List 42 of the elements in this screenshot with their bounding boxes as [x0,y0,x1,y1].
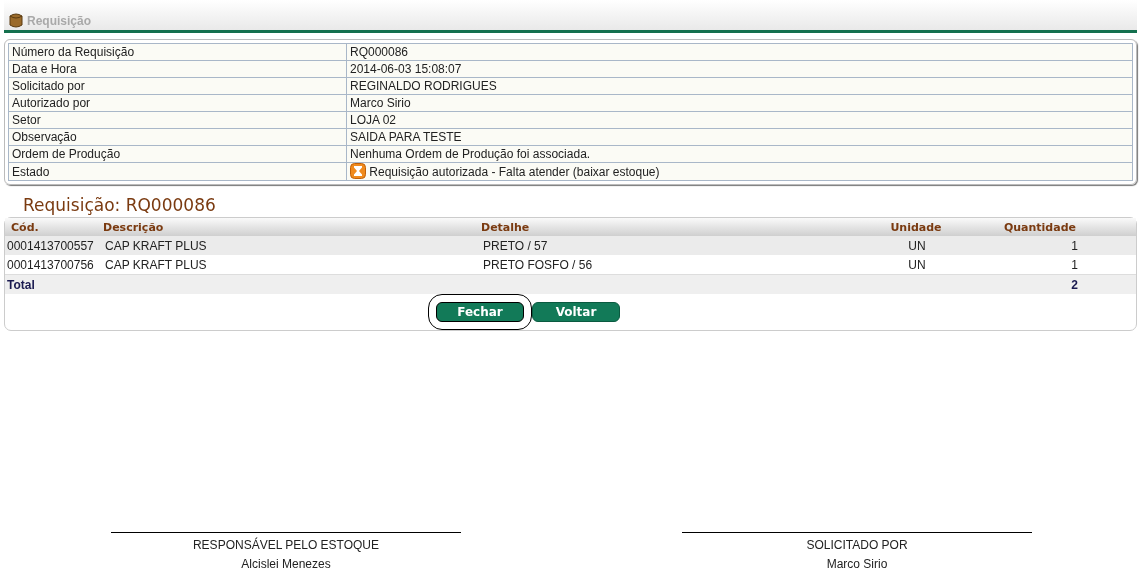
table-cell: CAP KRAFT PLUS [103,255,481,275]
table-cell: PRETO / 57 [481,236,881,255]
field-label: Estado [8,162,347,181]
action-button[interactable]: Fechar [436,302,524,322]
column-header: Unidade [881,218,951,236]
field-value: RQ000086 [346,43,1133,61]
field-label: Autorizado por [8,94,347,112]
section-title: Requisição: RQ000086 [23,195,217,215]
column-header: Quantidade [951,218,1136,236]
signature-name: Marco Sirio [826,557,888,571]
total-value: 2 [951,274,1136,294]
field-value: 2014-06-03 15:08:07 [346,60,1133,78]
table-cell: CAP KRAFT PLUS [103,236,481,255]
table-cell: UN [881,255,951,275]
column-header: Descrição [103,218,481,236]
table-cell: UN [881,236,951,255]
signature-role: SOLICITADO POR [806,538,908,552]
table-cell: PRETO FOSFO / 56 [481,255,881,275]
total-label: Total [5,274,951,294]
action-button[interactable]: Voltar [532,302,620,322]
table-cell: 0001413700557 [5,236,103,255]
field-label: Setor [8,111,347,129]
signature-name: Alcislei Menezes [241,557,331,571]
status-cell: Requisição autorizada - Falta atender (baixar estoque) [346,162,1133,181]
field-label: Ordem de Produção [8,145,347,163]
field-value: Marco Sirio [346,94,1133,112]
field-label: Número da Requisição [8,43,347,61]
table-cell: 0001413700756 [5,255,103,275]
field-value: REGINALDO RODRIGUES [346,77,1133,95]
field-value: SAIDA PARA TESTE [346,128,1133,146]
table-cell: 1 [951,255,1136,275]
field-value: LOJA 02 [346,111,1133,129]
table-cell: 1 [951,236,1136,255]
signature-role: RESPONSÁVEL PELO ESTOQUE [192,538,380,552]
box-icon [8,12,24,28]
column-header: Cód. [5,218,103,236]
field-label: Observação [8,128,347,146]
column-header: Detalhe [481,218,881,236]
field-value: Nenhuma Ordem de Produção foi associada. [346,145,1133,163]
field-label: Data e Hora [8,60,347,78]
field-label: Solicitado por [8,77,347,95]
page-title: Requisição [27,14,92,28]
